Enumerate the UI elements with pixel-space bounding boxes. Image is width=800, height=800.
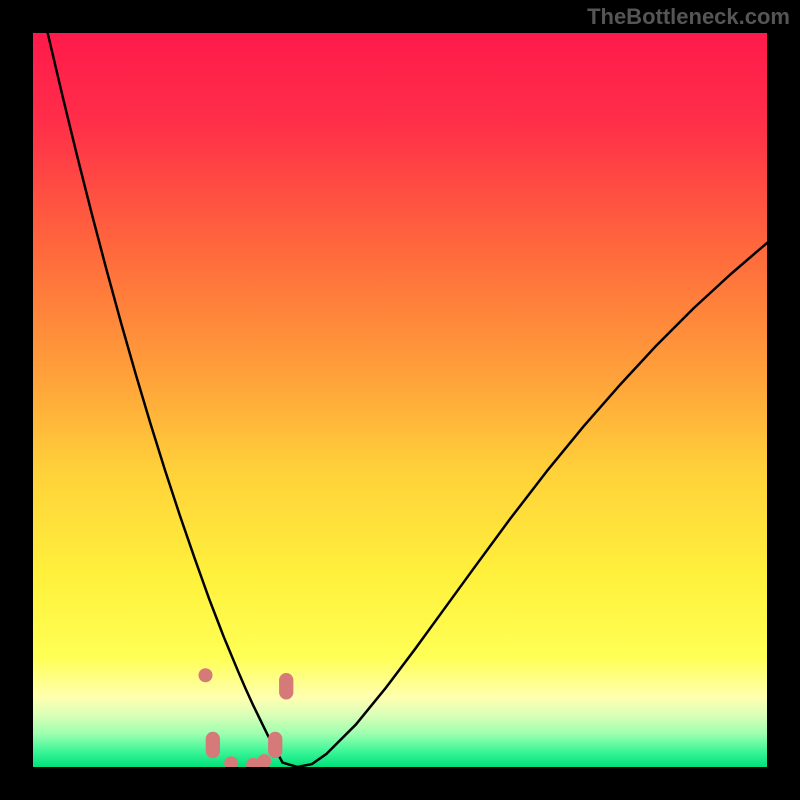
marker-capsule xyxy=(268,732,282,758)
marker-capsule xyxy=(206,732,220,758)
watermark-text: TheBottleneck.com xyxy=(587,4,790,30)
marker-dot xyxy=(198,668,212,682)
marker-capsule xyxy=(279,673,293,699)
bottleneck-plot xyxy=(33,33,767,767)
chart-canvas xyxy=(33,33,767,767)
